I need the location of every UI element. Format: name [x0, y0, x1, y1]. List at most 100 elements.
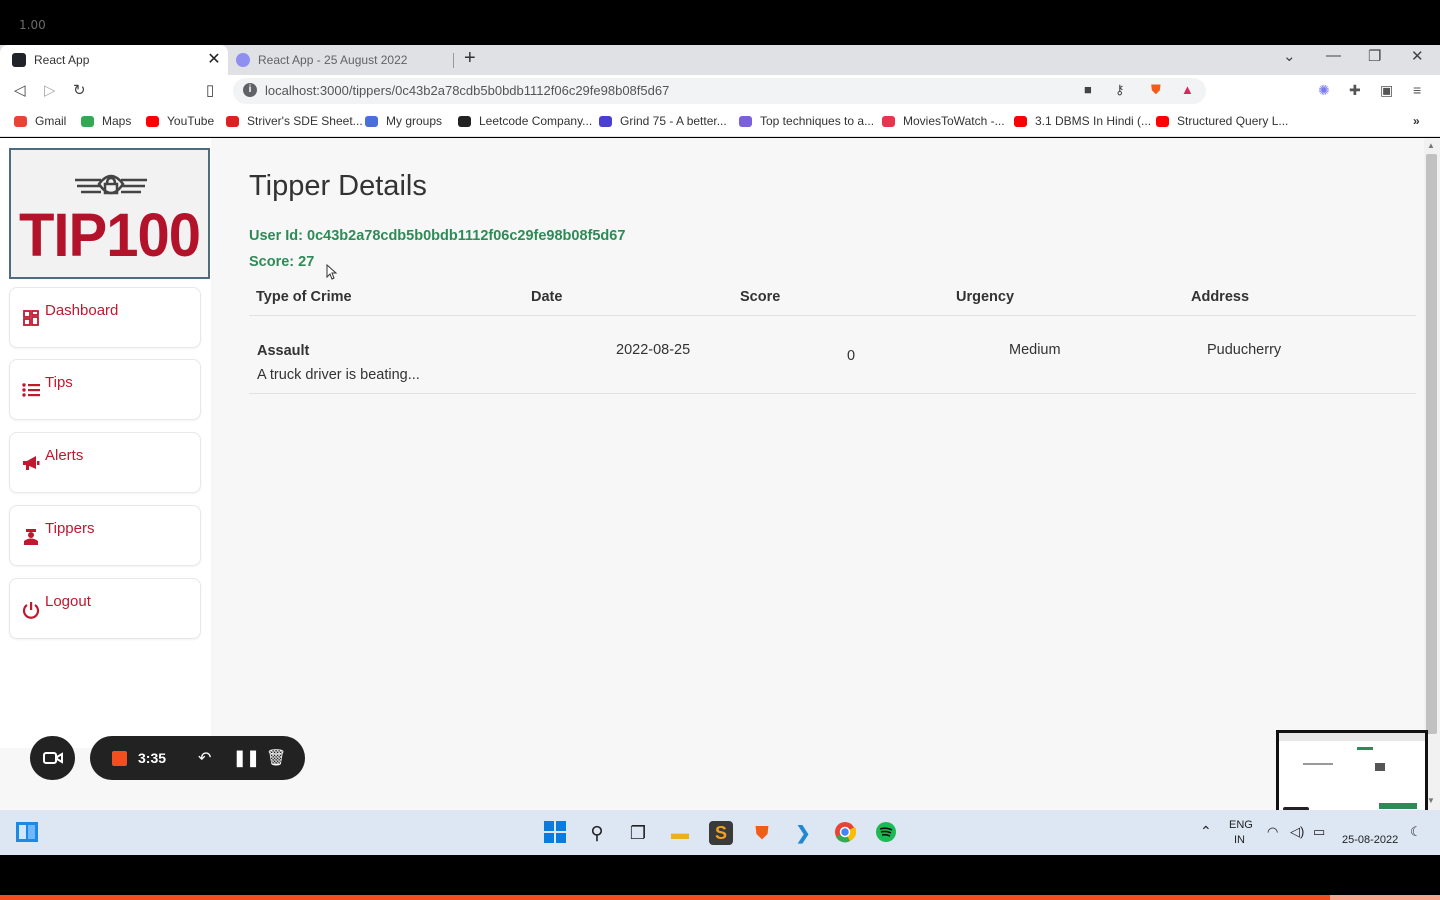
- widgets-icon[interactable]: [15, 821, 39, 845]
- movies-icon: [882, 115, 895, 127]
- minimize-icon[interactable]: —: [1326, 47, 1341, 64]
- bookmark-gmail[interactable]: Gmail: [14, 114, 66, 128]
- search-icon[interactable]: ⚲: [585, 821, 609, 845]
- bookmark-movies[interactable]: MoviesToWatch -...: [882, 114, 1005, 128]
- date-cell: 2022-08-25: [616, 342, 691, 358]
- column-header: Type of Crime: [256, 289, 352, 305]
- sidebar-item-tips[interactable]: Tips: [9, 359, 201, 420]
- volume-icon[interactable]: ◁): [1290, 824, 1304, 840]
- region-indicator[interactable]: IN: [1234, 834, 1245, 846]
- tipper-icon: [22, 528, 40, 546]
- sublime-text-icon[interactable]: S: [709, 821, 733, 845]
- more-bookmarks-icon[interactable]: »: [1413, 114, 1420, 128]
- camera-blocked-icon[interactable]: ■: [1084, 82, 1092, 97]
- close-window-icon[interactable]: ✕: [1411, 47, 1424, 65]
- recording-progress-bar: [0, 895, 1440, 900]
- bookmark-dbms[interactable]: 3.1 DBMS In Hindi (...: [1014, 114, 1151, 128]
- brave-browser-icon[interactable]: ⛊: [750, 821, 774, 845]
- logo-text: TIP100: [19, 201, 201, 270]
- user-id-text: User Id: 0c43b2a78cdb5b0bdb1112f06c29fe9…: [249, 228, 626, 244]
- delete-icon[interactable]: 🗑: [266, 748, 286, 768]
- reload-icon[interactable]: ↻: [73, 81, 86, 99]
- list-icon: [22, 382, 40, 400]
- table-header: Type of Crime Date Score Urgency Address: [249, 282, 1416, 316]
- battery-icon[interactable]: ▭: [1313, 824, 1325, 840]
- sidebar-item-logout[interactable]: Logout: [9, 578, 201, 639]
- tab-label: React App: [34, 53, 90, 67]
- stop-recording-button[interactable]: [112, 751, 127, 766]
- chrome-icon[interactable]: [833, 821, 857, 845]
- spotify-icon[interactable]: [874, 821, 898, 845]
- wallet-icon[interactable]: ▣: [1380, 82, 1393, 99]
- scroll-up-icon[interactable]: ▲: [1427, 141, 1435, 150]
- brave-rewards-icon[interactable]: ▲: [1181, 82, 1194, 97]
- bookmark-leetcode[interactable]: Leetcode Company...: [458, 114, 592, 128]
- urgency-cell: Medium: [1009, 342, 1061, 358]
- bookmark-sql[interactable]: Structured Query L...: [1156, 114, 1288, 128]
- bookmark-grind75[interactable]: Grind 75 - A better...: [599, 114, 727, 128]
- tab-react-app-25-august[interactable]: React App - 25 August 2022: [228, 45, 453, 75]
- forward-icon[interactable]: ▷: [44, 81, 56, 99]
- language-indicator[interactable]: ENG: [1229, 819, 1253, 831]
- bookmark-striver[interactable]: Striver's SDE Sheet...: [226, 114, 363, 128]
- sidebar-item-label: Alerts: [45, 447, 84, 464]
- dashboard-icon: [22, 310, 40, 328]
- tab-divider: [453, 53, 454, 68]
- vscode-icon[interactable]: ❯: [791, 821, 815, 845]
- leetcode-icon: [458, 115, 471, 127]
- page-scrollbar[interactable]: ▲ ▼: [1424, 138, 1440, 810]
- scroll-down-icon[interactable]: ▼: [1427, 796, 1435, 805]
- new-tab-icon[interactable]: +: [464, 47, 476, 70]
- sidebar-item-alerts[interactable]: Alerts: [9, 432, 201, 493]
- wifi-icon[interactable]: ◠: [1267, 824, 1278, 840]
- grind75-icon: [599, 115, 612, 127]
- restore-icon[interactable]: ❐: [1368, 47, 1381, 65]
- date-text[interactable]: 25-08-2022: [1342, 834, 1398, 846]
- zoom-level: 1.00: [19, 18, 46, 32]
- chevron-down-icon[interactable]: ⌄: [1283, 47, 1296, 65]
- menu-icon[interactable]: ≡: [1413, 82, 1421, 98]
- notification-icon[interactable]: ☾: [1410, 824, 1422, 840]
- site-info-icon[interactable]: i: [243, 83, 257, 97]
- youtube-icon: [1156, 115, 1169, 127]
- bookmark-icon[interactable]: ▯: [206, 81, 214, 99]
- table-row[interactable]: Assault A truck driver is beating... 202…: [249, 316, 1416, 394]
- column-header: Score: [740, 289, 781, 305]
- webcam-toggle-button[interactable]: [30, 736, 75, 780]
- sidebar-item-dashboard[interactable]: Dashboard: [9, 287, 201, 348]
- camera-icon: [42, 752, 63, 764]
- bookmark-youtube[interactable]: YouTube: [146, 114, 214, 128]
- tip100-logo: TIP100: [9, 148, 210, 279]
- bookmark-my-groups[interactable]: My groups: [365, 114, 442, 128]
- task-view-icon[interactable]: ❐: [626, 821, 650, 845]
- bookmark-top-techniques[interactable]: Top techniques to a...: [739, 114, 874, 128]
- page-title: Tipper Details: [249, 170, 427, 202]
- scrollbar-thumb[interactable]: [1426, 154, 1437, 734]
- key-icon[interactable]: ⚷: [1115, 82, 1125, 98]
- react-devtools-icon[interactable]: ✺: [1318, 82, 1330, 99]
- back-icon[interactable]: ◁: [14, 81, 26, 99]
- column-header: Date: [531, 289, 563, 305]
- youtube-icon: [146, 115, 159, 127]
- react-favicon-icon: [12, 53, 26, 67]
- windows-start-icon[interactable]: [543, 821, 567, 845]
- recorder-bottom-bar: [0, 855, 1440, 900]
- sidebar-item-label: Dashboard: [45, 302, 119, 319]
- column-header: Urgency: [956, 289, 1015, 305]
- score-text: Score: 27: [249, 254, 315, 270]
- bookmark-maps[interactable]: Maps: [81, 114, 131, 128]
- sidebar-item-label: Logout: [45, 593, 91, 610]
- undo-icon[interactable]: ↶: [198, 748, 211, 768]
- url-bar[interactable]: i localhost:3000/tippers/0c43b2a78cdb5b0…: [233, 78, 1206, 104]
- pause-icon[interactable]: ❚❚: [233, 748, 260, 768]
- code-icon: [739, 115, 752, 127]
- extensions-icon[interactable]: ✚: [1349, 82, 1361, 99]
- chevron-up-icon[interactable]: ⌃: [1200, 823, 1212, 840]
- sidebar-item-tippers[interactable]: Tippers: [9, 505, 201, 566]
- file-explorer-icon[interactable]: ▬: [668, 821, 692, 845]
- sidebar: TIP100 Dashboard Tips Alerts Tippers Log…: [0, 138, 211, 748]
- url-text[interactable]: localhost:3000/tippers/0c43b2a78cdb5b0bd…: [265, 83, 669, 98]
- tab-react-app[interactable]: React App ✕: [0, 45, 228, 75]
- brave-shield-icon[interactable]: ⛊: [1151, 82, 1161, 98]
- close-tab-icon[interactable]: ✕: [206, 51, 222, 69]
